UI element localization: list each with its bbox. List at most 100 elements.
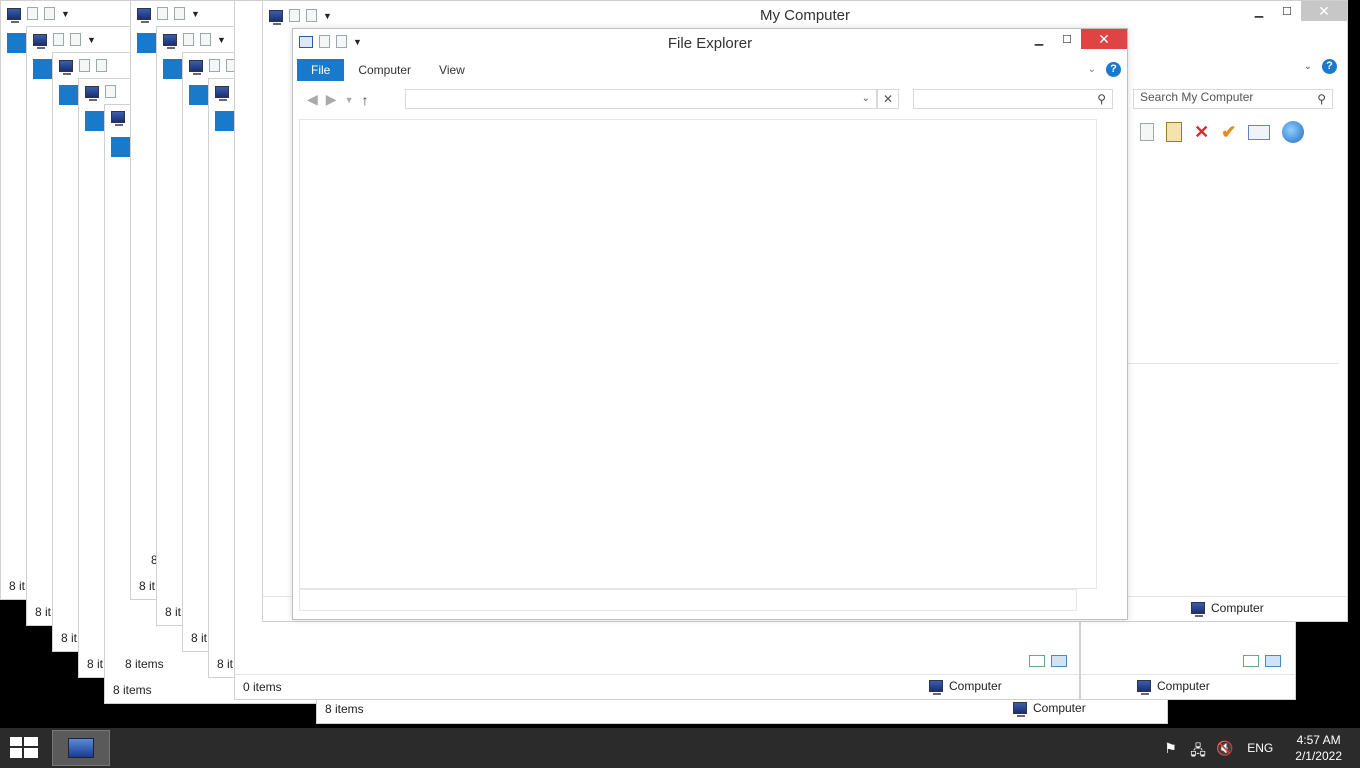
- clock-time: 4:57 AM: [1296, 733, 1341, 747]
- file-tab[interactable]: [215, 111, 235, 131]
- search-icon[interactable]: ⚲: [1317, 92, 1326, 106]
- recent-locations-icon[interactable]: ▼: [345, 95, 354, 105]
- status-text: 8 it: [139, 579, 156, 593]
- minimize-button[interactable]: ▁: [1245, 1, 1273, 21]
- taskbar-explorer-button[interactable]: [52, 730, 110, 766]
- new-folder-icon[interactable]: [44, 7, 55, 20]
- computer-icon: [215, 85, 229, 101]
- help-icon[interactable]: ?: [1106, 62, 1121, 77]
- file-tab[interactable]: [163, 59, 183, 79]
- computer-icon: [111, 111, 125, 126]
- close-button[interactable]: ✕: [1081, 29, 1127, 49]
- new-folder-icon[interactable]: [70, 33, 81, 46]
- computer-icon: [33, 33, 47, 49]
- computer-icon: [68, 738, 94, 758]
- properties-icon[interactable]: [157, 7, 168, 20]
- file-tab[interactable]: [7, 33, 27, 53]
- computer-icon: [163, 33, 177, 49]
- expand-ribbon-icon[interactable]: ⌄: [1088, 64, 1096, 75]
- file-explorer-window: ▼ File Explorer ▁ ☐ ✕ File Computer View…: [292, 28, 1128, 620]
- maximize-button[interactable]: ☐: [1053, 29, 1081, 49]
- delete-icon[interactable]: ✕: [1194, 122, 1209, 143]
- computer-icon: [7, 7, 21, 23]
- back-icon[interactable]: ◀: [307, 91, 318, 108]
- tab-file[interactable]: File: [297, 59, 345, 81]
- start-button[interactable]: [10, 737, 38, 759]
- details-view-icon[interactable]: [1243, 655, 1259, 667]
- file-tab[interactable]: [189, 85, 209, 105]
- computer-icon: [137, 7, 151, 23]
- status-text: 8 it: [9, 579, 26, 593]
- minimize-button[interactable]: ▁: [1025, 29, 1053, 49]
- clock[interactable]: 4:57 AM 2/1/2022: [1283, 732, 1360, 764]
- tab-view[interactable]: View: [425, 59, 479, 81]
- computer-icon: [189, 59, 203, 75]
- globe-icon[interactable]: [1282, 121, 1305, 143]
- new-folder-icon[interactable]: [96, 59, 107, 72]
- status-text: 8 it: [61, 631, 78, 645]
- taskbar: ⚑ 🖧 🔇 ENG 4:57 AM 2/1/2022: [0, 728, 1360, 768]
- status-text: 8 it: [35, 605, 52, 619]
- volume-muted-icon[interactable]: 🔇: [1216, 740, 1233, 756]
- help-icon[interactable]: ?: [1322, 59, 1337, 74]
- details-view-icon[interactable]: [1029, 655, 1045, 667]
- chevron-down-icon[interactable]: ▼: [217, 35, 226, 45]
- file-tab[interactable]: [33, 59, 53, 79]
- rename-icon[interactable]: [1248, 124, 1271, 140]
- file-tab[interactable]: [85, 111, 105, 131]
- window-title: File Explorer: [667, 35, 753, 52]
- close-button[interactable]: ✕: [1301, 1, 1347, 21]
- language-indicator[interactable]: ENG: [1247, 741, 1273, 755]
- status-bar: [299, 589, 1077, 611]
- file-tab[interactable]: [137, 33, 157, 53]
- up-icon[interactable]: ↑: [361, 92, 368, 108]
- computer-icon: [59, 59, 73, 75]
- tab-computer[interactable]: Computer: [344, 59, 425, 81]
- network-icon[interactable]: 🖧: [1190, 740, 1206, 758]
- copy-icon[interactable]: [1140, 123, 1155, 141]
- status-location: Computer: [1211, 601, 1264, 615]
- large-icons-view-icon[interactable]: [1265, 655, 1281, 667]
- file-tab[interactable]: [111, 137, 131, 157]
- clear-address-icon[interactable]: ✕: [877, 89, 899, 109]
- status-text: 8 items: [113, 683, 152, 697]
- status-item-count: 0 items: [243, 680, 282, 694]
- status-item-count: 8 items: [325, 702, 364, 716]
- forward-icon[interactable]: ▶: [326, 91, 337, 108]
- address-bar[interactable]: ⌄: [405, 89, 877, 109]
- chevron-down-icon[interactable]: ▼: [61, 9, 70, 19]
- status-text: 8 it: [165, 605, 182, 619]
- content-pane[interactable]: [299, 119, 1097, 589]
- status-location: Computer: [1033, 701, 1086, 715]
- computer-icon: [1137, 680, 1151, 695]
- paste-icon[interactable]: [1166, 122, 1183, 142]
- search-box[interactable]: Search My Computer ⚲: [1133, 89, 1333, 109]
- checkmark-icon[interactable]: ✔: [1221, 122, 1236, 143]
- properties-icon[interactable]: [53, 33, 64, 46]
- properties-icon[interactable]: [27, 7, 38, 20]
- new-folder-icon[interactable]: [200, 33, 211, 46]
- search-icon[interactable]: ⚲: [1097, 92, 1106, 106]
- expand-ribbon-icon[interactable]: ⌄: [1304, 61, 1312, 72]
- properties-icon[interactable]: [183, 33, 194, 46]
- properties-icon[interactable]: [209, 59, 220, 72]
- search-input[interactable]: ⚲: [913, 89, 1113, 109]
- computer-icon: [1013, 702, 1027, 717]
- clock-date: 2/1/2022: [1295, 749, 1342, 763]
- search-input[interactable]: Search My Computer: [1134, 87, 1259, 107]
- properties-icon[interactable]: [105, 85, 116, 98]
- computer-icon: [1191, 602, 1205, 617]
- status-text: 8 items: [125, 657, 164, 671]
- file-tab[interactable]: [59, 85, 79, 105]
- maximize-button[interactable]: ☐: [1273, 1, 1301, 21]
- status-text: 8 it: [87, 657, 104, 671]
- new-folder-icon[interactable]: [174, 7, 185, 20]
- status-text: 8 it: [191, 631, 208, 645]
- chevron-down-icon[interactable]: ▼: [87, 35, 96, 45]
- address-dropdown-icon[interactable]: ⌄: [862, 93, 870, 104]
- chevron-down-icon[interactable]: ▼: [191, 9, 200, 19]
- properties-icon[interactable]: [79, 59, 90, 72]
- large-icons-view-icon[interactable]: [1051, 655, 1067, 667]
- computer-icon: [929, 680, 943, 695]
- action-center-icon[interactable]: ⚑: [1164, 740, 1180, 756]
